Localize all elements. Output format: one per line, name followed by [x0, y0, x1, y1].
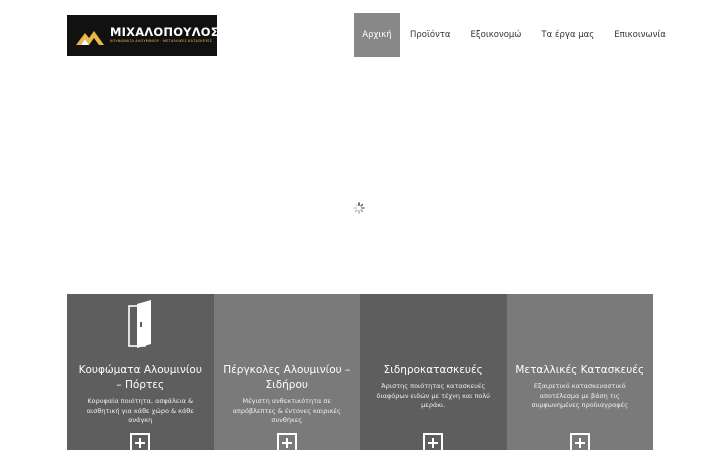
- door-icon: [128, 300, 151, 348]
- nav-item-contact[interactable]: Επικοινωνία: [604, 13, 676, 57]
- hero-slider: [67, 76, 653, 292]
- feature-description: Κορυφαία ποιότητα, ασφάλεια & αισθητική …: [86, 397, 194, 424]
- logo-name: ΜΙΧΑΛΟΠΟΥΛΟΣ: [110, 24, 219, 39]
- feature-panel-iron-constructions: Σιδηροκατασκευές Άριστης ποιότητας κατασ…: [360, 294, 507, 450]
- feature-panel-pergolas: Πέργκολες Αλουμινίου – Σιδήρου Μέγιστη α…: [213, 294, 360, 450]
- page: ΜΙΧΑΛΟΠΟΥΛΟΣ ΚΟΥΦΩΜΑΤΑ ΑΛΟΥΜΙΝΙΟΥ · ΜΕΤΑ…: [0, 0, 720, 450]
- roof-house-logo-icon: [76, 30, 104, 45]
- plus-icon[interactable]: [130, 433, 150, 450]
- feature-title: Κουφώματα Αλουμινίου – Πόρτες: [78, 364, 202, 391]
- feature-panels: Κουφώματα Αλουμινίου – Πόρτες Κορυφαία π…: [67, 294, 653, 450]
- loading-spinner-icon: [353, 202, 365, 214]
- main-nav: Αρχική Προϊόντα Εξοικονομώ Τα έργα μας Ε…: [354, 13, 676, 57]
- logo-tagline: ΚΟΥΦΩΜΑΤΑ ΑΛΟΥΜΙΝΙΟΥ · ΜΕΤΑΛΛΙΚΕΣ ΚΑΤΑΣΚ…: [110, 39, 213, 44]
- feature-panel-aluminium-frames: Κουφώματα Αλουμινίου – Πόρτες Κορυφαία π…: [67, 294, 214, 450]
- plus-icon[interactable]: [423, 433, 443, 450]
- plus-icon[interactable]: [569, 433, 590, 450]
- nav-item-products[interactable]: Προϊόντα: [400, 13, 461, 57]
- feature-title: Πέργκολες Αλουμινίου – Σιδήρου: [223, 364, 351, 391]
- logo-text: ΜΙΧΑΛΟΠΟΥΛΟΣ ΚΟΥΦΩΜΑΤΑ ΑΛΟΥΜΙΝΙΟΥ · ΜΕΤΑ…: [110, 24, 219, 44]
- feature-title: Σιδηροκατασκευές: [383, 364, 483, 376]
- feature-title: Μεταλλικές Κατασκευές: [515, 364, 645, 376]
- nav-item-exoikonomo[interactable]: Εξοικονομώ: [461, 13, 532, 57]
- feature-description: Άριστης ποιότητας κατασκευές διαφόρων ει…: [376, 382, 490, 409]
- feature-panel-metal-constructions: Μεταλλικές Κατασκευές Εξαιρετικό κατασκε…: [506, 294, 653, 450]
- plus-icon[interactable]: [276, 433, 297, 450]
- feature-description: Μέγιστη ανθεκτικότητα σε απρόβλεπτες & έ…: [232, 397, 341, 424]
- site-logo[interactable]: ΜΙΧΑΛΟΠΟΥΛΟΣ ΚΟΥΦΩΜΑΤΑ ΑΛΟΥΜΙΝΙΟΥ · ΜΕΤΑ…: [67, 15, 219, 56]
- nav-item-our-projects[interactable]: Τα έργα μας: [531, 13, 604, 57]
- feature-description: Εξαιρετικό κατασκευαστικό αποτέλεσμα με …: [531, 382, 629, 409]
- nav-item-home[interactable]: Αρχική: [354, 13, 400, 57]
